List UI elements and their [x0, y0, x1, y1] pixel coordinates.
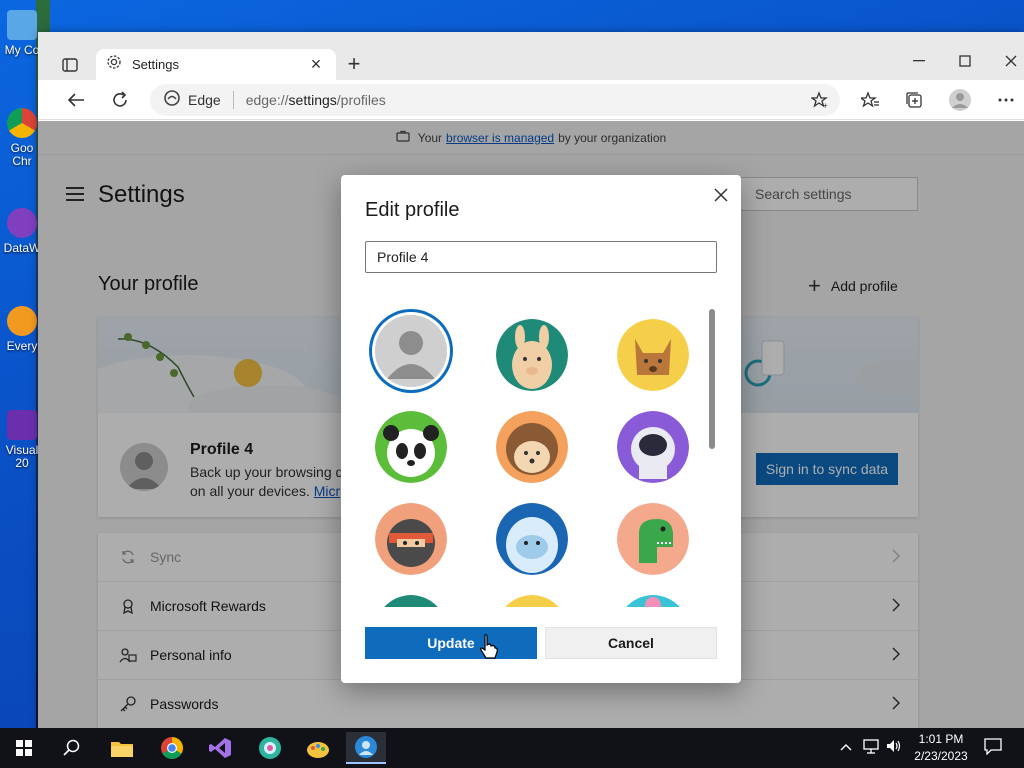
datawrangler-icon [7, 208, 37, 238]
clock-time: 1:01 PM [918, 732, 964, 746]
tab-title: Settings [132, 57, 179, 72]
file-explorer-icon[interactable] [102, 732, 142, 764]
start-button[interactable] [4, 732, 44, 764]
volume-icon[interactable] [886, 738, 902, 759]
avatar-option-fox[interactable] [617, 319, 689, 391]
tab-bar: Settings × + [38, 32, 1024, 80]
avatar-option-default[interactable] [375, 315, 447, 387]
dialog-title: Edit profile [365, 199, 460, 221]
avatar-picker [365, 305, 711, 607]
everything-icon [7, 306, 37, 336]
avatar-option-cyan[interactable] [617, 595, 689, 607]
avatar-option-dinosaur[interactable] [617, 503, 689, 575]
cancel-button[interactable]: Cancel [545, 627, 717, 659]
visual-studio-icon [7, 410, 37, 440]
minimize-button[interactable] [904, 50, 934, 72]
tab-settings[interactable]: Settings × [96, 49, 336, 80]
address-url: edge://settings/profiles [245, 92, 386, 108]
avatar-option-hedgehog[interactable] [496, 411, 568, 483]
computer-icon [7, 10, 37, 40]
chrome-icon [7, 108, 37, 138]
svg-text:+: + [823, 101, 828, 109]
tab-close-icon[interactable]: × [306, 54, 326, 75]
update-button[interactable]: Update [365, 627, 537, 659]
avatar-option-ninja[interactable] [375, 503, 447, 575]
app-icon-paint[interactable] [298, 732, 338, 764]
profile-avatar-icon[interactable] [946, 86, 974, 114]
maximize-button[interactable] [950, 50, 980, 72]
chrome-icon[interactable] [152, 732, 192, 764]
hand-cursor-icon [480, 634, 498, 660]
edge-browser-taskbar-icon[interactable] [346, 732, 386, 764]
close-window-button[interactable] [996, 50, 1024, 72]
clock-date: 2/23/2023 [914, 749, 968, 763]
back-button[interactable] [62, 86, 90, 114]
close-icon[interactable] [711, 185, 731, 205]
notifications-icon[interactable] [984, 737, 1002, 760]
refresh-button[interactable] [106, 86, 134, 114]
chevron-up-icon[interactable] [840, 738, 852, 756]
avatar-option-yellow[interactable] [496, 595, 568, 607]
new-tab-button[interactable]: + [342, 52, 366, 76]
avatar-scrollbar[interactable] [709, 309, 715, 449]
avatar-option-astronaut[interactable] [617, 411, 689, 483]
windows-taskbar: 1:01 PM 2/23/2023 [0, 728, 1024, 768]
avatar-option-panda[interactable] [375, 411, 447, 483]
network-icon[interactable] [862, 738, 880, 759]
browser-toolbar: Edge edge://settings/profiles + [38, 80, 1024, 120]
search-icon[interactable] [52, 732, 92, 764]
more-options-icon[interactable] [992, 86, 1020, 114]
add-favorite-icon[interactable]: + [806, 86, 834, 114]
gear-icon [106, 54, 122, 75]
tab-actions-icon[interactable] [58, 54, 82, 76]
address-bar[interactable]: Edge edge://settings/profiles [150, 84, 840, 116]
app-icon-edge-dev[interactable] [250, 732, 290, 764]
favorites-icon[interactable] [856, 86, 884, 114]
system-clock[interactable]: 1:01 PM 2/23/2023 [906, 731, 976, 765]
edit-profile-dialog: Edit profile Profile 4 Update Cancel [341, 175, 741, 683]
visual-studio-icon[interactable] [200, 732, 240, 764]
address-separator [232, 91, 234, 109]
profile-name-input[interactable] [365, 241, 717, 273]
avatar-option-llama[interactable] [496, 319, 568, 391]
edge-logo-icon [164, 89, 180, 111]
collections-icon[interactable] [900, 86, 928, 114]
address-brand: Edge [188, 92, 221, 108]
avatar-option-yeti[interactable] [496, 503, 568, 575]
avatar-option-teal[interactable] [375, 595, 447, 607]
